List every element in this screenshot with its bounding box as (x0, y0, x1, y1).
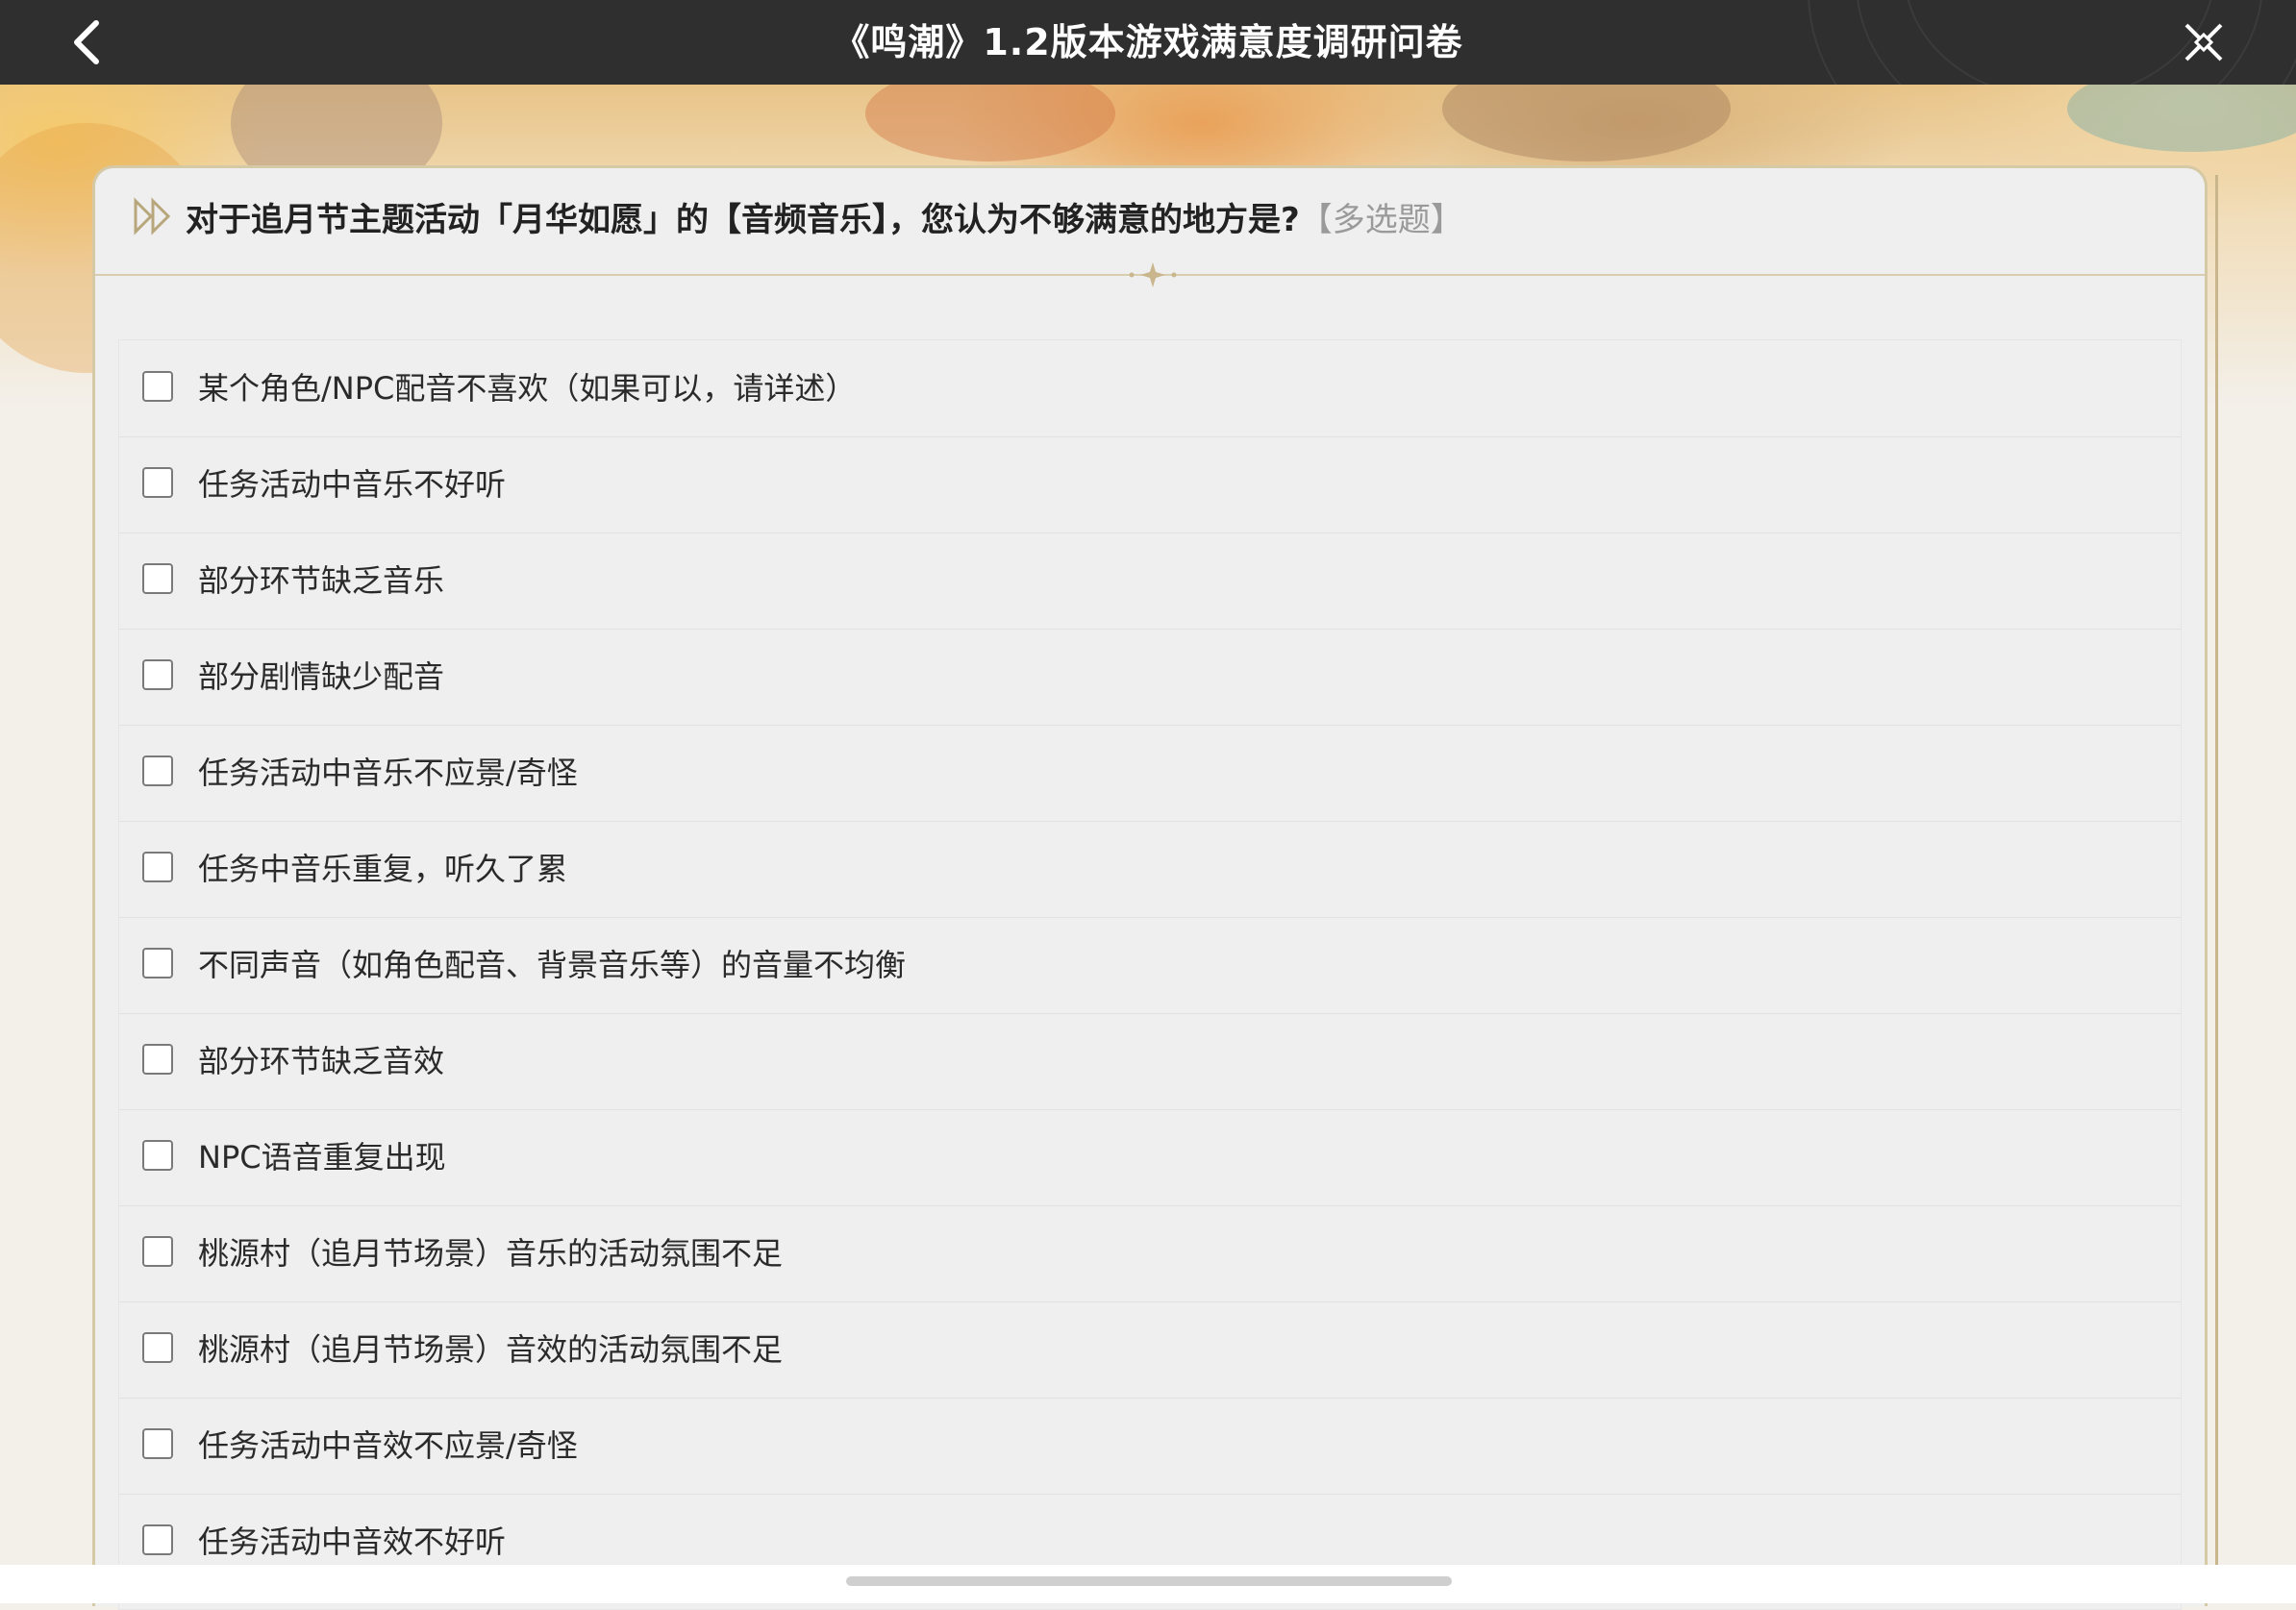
option-label: 部分剧情缺少配音 (198, 658, 445, 695)
option-item[interactable]: 桃源村（追月节场景）音乐的活动氛围不足 (119, 1205, 2181, 1302)
option-item[interactable]: 部分环节缺乏音效 (119, 1013, 2181, 1110)
checkbox[interactable] (142, 467, 173, 498)
checkbox[interactable] (142, 948, 173, 978)
banner-shape (2067, 85, 2296, 152)
close-button[interactable] (2175, 13, 2233, 71)
option-item[interactable]: 部分剧情缺少配音 (119, 629, 2181, 726)
option-item[interactable]: 任务活动中音乐不好听 (119, 436, 2181, 533)
option-label: 任务活动中音效不应景/奇怪 (198, 1427, 578, 1464)
banner-shape (865, 85, 1115, 161)
top-bar: 《鸣潮》1.2版本游戏满意度调研问卷 (0, 0, 2296, 85)
page-title: 《鸣潮》1.2版本游戏满意度调研问卷 (833, 21, 1463, 63)
option-label: 不同声音（如角色配音、背景音乐等）的音量不均衡 (198, 947, 907, 983)
option-label: 任务活动中音乐不应景/奇怪 (198, 755, 578, 791)
bottom-bar (0, 1565, 2296, 1603)
option-label: 任务活动中音效不好听 (198, 1523, 507, 1560)
multi-select-tag: 【多选题】 (1299, 201, 1463, 239)
checkbox[interactable] (142, 1044, 173, 1075)
options-list: 某个角色/NPC配音不喜欢（如果可以，请详述） 任务活动中音乐不好听 部分环节缺… (118, 339, 2182, 1610)
option-item[interactable]: 任务活动中音乐不应景/奇怪 (119, 725, 2181, 822)
question-text: 对于追月节主题活动「月华如愿」的【音频音乐】，您认为不够满意的地方是?【多选题】 (186, 193, 1463, 247)
option-label: 某个角色/NPC配音不喜欢（如果可以，请详述） (198, 370, 857, 407)
option-item[interactable]: 部分环节缺乏音乐 (119, 533, 2181, 630)
double-arrow-icon (134, 197, 171, 235)
close-icon (2184, 23, 2223, 62)
option-item[interactable]: 桃源村（追月节场景）音效的活动氛围不足 (119, 1301, 2181, 1399)
option-item[interactable]: 任务中音乐重复，听久了累 (119, 821, 2181, 918)
option-label: 桃源村（追月节场景）音效的活动氛围不足 (198, 1331, 784, 1368)
checkbox[interactable] (142, 1140, 173, 1171)
checkbox[interactable] (142, 1428, 173, 1459)
checkbox[interactable] (142, 371, 173, 402)
checkbox[interactable] (142, 852, 173, 882)
checkbox[interactable] (142, 659, 173, 690)
question-card: 对于追月节主题活动「月华如愿」的【音频音乐】，您认为不够满意的地方是?【多选题】… (92, 165, 2208, 1610)
checkbox[interactable] (142, 563, 173, 594)
option-label: 部分环节缺乏音乐 (198, 562, 445, 599)
option-label: 任务中音乐重复，听久了累 (198, 851, 568, 887)
checkbox[interactable] (142, 1236, 173, 1267)
banner-shape (1442, 85, 1731, 161)
option-item[interactable]: 某个角色/NPC配音不喜欢（如果可以，请详述） (119, 340, 2181, 437)
home-indicator[interactable] (846, 1576, 1452, 1586)
checkbox[interactable] (142, 1332, 173, 1363)
option-item[interactable]: 不同声音（如角色配音、背景音乐等）的音量不均衡 (119, 917, 2181, 1014)
checkbox[interactable] (142, 755, 173, 786)
sparkle-divider-icon (1114, 262, 1191, 287)
option-label: NPC语音重复出现 (198, 1139, 446, 1176)
checkbox[interactable] (142, 1524, 173, 1555)
option-item[interactable]: NPC语音重复出现 (119, 1109, 2181, 1206)
option-label: 部分环节缺乏音效 (198, 1043, 445, 1079)
option-label: 桃源村（追月节场景）音乐的活动氛围不足 (198, 1235, 784, 1272)
option-label: 任务活动中音乐不好听 (198, 466, 507, 503)
option-item[interactable]: 任务活动中音效不应景/奇怪 (119, 1398, 2181, 1495)
question-title: 对于追月节主题活动「月华如愿」的【音频音乐】，您认为不够满意的地方是? (186, 201, 1300, 239)
